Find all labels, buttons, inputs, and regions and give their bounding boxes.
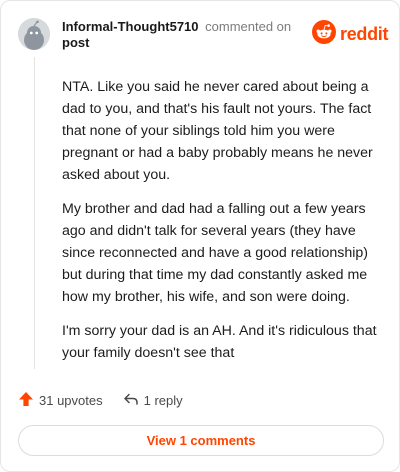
view-comments-button[interactable]: View 1 comments [18,425,384,456]
comment-header: Informal-Thought5710 commented on [62,19,291,35]
post-link[interactable]: post [62,35,89,51]
comment-actions: 31 upvotes 1 reply [18,390,183,410]
reply-count: 1 reply [143,392,183,408]
reddit-wordmark: reddit [340,23,389,44]
upvote-button[interactable]: 31 upvotes [18,391,103,410]
comment-paragraph: I'm sorry your dad is an AH. And it's ri… [62,323,377,361]
comment-body: NTA. Like you said he never cared about … [62,76,382,376]
comment-paragraph: My brother and dad had a falling out a f… [62,201,369,305]
upvote-count: 31 upvotes [39,392,103,408]
thread-line [34,57,35,369]
reply-button[interactable]: 1 reply [123,391,183,410]
comment-action-text: commented on [205,19,292,34]
default-avatar-icon[interactable] [18,18,50,50]
reddit-logo-icon [312,19,336,49]
comment-paragraph: NTA. Like you said he never cared about … [62,79,373,183]
reddit-brand[interactable]: reddit [312,19,389,49]
author-username[interactable]: Informal-Thought5710 [62,19,199,34]
upvote-arrow-icon [18,391,34,410]
reply-arrow-icon [123,391,139,410]
comment-card: Informal-Thought5710 commented on post r… [0,0,400,472]
